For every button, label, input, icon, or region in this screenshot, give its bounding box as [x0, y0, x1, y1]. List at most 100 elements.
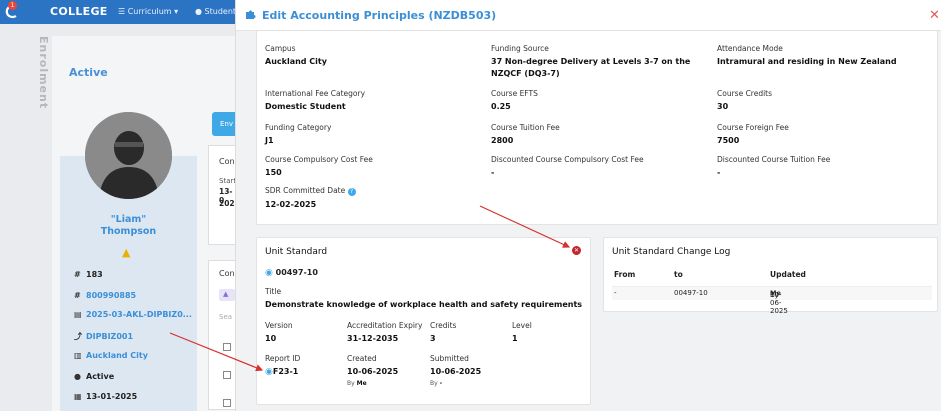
row-checkbox[interactable] — [223, 371, 231, 379]
intl-fee-label: International Fee Category — [265, 89, 366, 98]
log-updated: 10-06-2025 By Me — [770, 289, 788, 315]
background-panel-top: Con Start 13-0 2025 — [208, 145, 240, 245]
created-label: Created — [347, 354, 377, 363]
unit-standard-panel: Unit Standard ◉ 00497-10 Title Demonstrat… — [256, 237, 591, 405]
funding-category-value: J1 — [265, 136, 274, 145]
attendance-mode-value: Intramural and residing in New Zealand — [717, 57, 897, 66]
course-credits-value: 30 — [717, 102, 729, 111]
table-row: - 00497-10 10-06-2025 By Me — [612, 286, 932, 315]
student-info-value: Active — [86, 372, 115, 381]
hash-icon: # — [74, 270, 81, 279]
report-id-link[interactable]: ◉F23-1 — [265, 366, 300, 378]
calendar-icon: ▦ — [74, 392, 82, 401]
unit-title-label: Title — [265, 287, 282, 296]
submitted-by-prefix: By — [430, 380, 438, 387]
filter-button[interactable]: ▲ — [219, 289, 235, 301]
report-id-value: F23-1 — [272, 367, 299, 376]
student-info-item: #183 — [74, 270, 103, 279]
student-info-value: DIPBIZ001 — [86, 332, 134, 341]
unit-standard-code-link[interactable]: ◉ 00497-10 — [265, 268, 318, 278]
efts-label: Course EFTS — [491, 89, 538, 98]
unit-title-value: Demonstrate knowledge of workplace healt… — [265, 300, 583, 309]
modal-title: Edit Accounting Principles (NZDB503) — [262, 9, 497, 22]
funding-source-label: Funding Source — [491, 44, 549, 53]
report-id-label: Report ID — [265, 354, 301, 363]
info-icon[interactable]: ? — [347, 188, 356, 196]
student-name[interactable]: "Liam" Thompson — [60, 214, 197, 238]
row-checkbox[interactable] — [223, 343, 231, 351]
submitted-label: Submitted — [430, 354, 469, 363]
log-by-prefix: By — [770, 291, 779, 299]
log-to: 00497-10 — [674, 289, 708, 297]
avatar — [85, 112, 172, 199]
submitted-value: 10-06-2025 — [430, 367, 482, 376]
sdr-date-value: 12-02-2025 — [265, 200, 317, 209]
question-icon: ● — [74, 372, 81, 381]
brand-name[interactable]: COLLEGE — [50, 5, 108, 18]
student-info-item: ▦ 13-01-2025 — [74, 392, 137, 401]
student-info-item: ● Active — [74, 372, 114, 381]
course-details-panel: Campus Auckland City Funding Source 37 Non… — [256, 30, 938, 225]
unit-standard-heading: Unit Standard — [265, 247, 328, 257]
funding-source-value: 37 Non-degree Delivery at Levels 3-7 on … — [491, 57, 691, 78]
panel-label-fragment: Start — [219, 177, 237, 185]
student-info-value: 13-01-2025 — [86, 392, 138, 401]
column-header-to: to — [674, 270, 683, 279]
student-info-item[interactable]: #800990885 — [74, 291, 136, 300]
discounted-tuition-value: - — [717, 168, 721, 177]
nav-curriculum[interactable]: ☰ Curriculum ▾ — [118, 7, 178, 16]
chevron-down-icon: ▾ — [174, 7, 179, 16]
arrow-icon: ⤴ — [74, 332, 82, 341]
nav-students[interactable]: ● Student — [195, 7, 236, 16]
enrolment-vertical-tab[interactable]: Enrolment — [30, 36, 50, 116]
column-header-updated: Updated — [770, 270, 806, 279]
student-info-value: 2025-03-AKL-DIPBIZ0... — [86, 310, 192, 319]
submitted-by: By - — [430, 380, 481, 387]
student-info-value: 183 — [86, 270, 103, 279]
created-by-user: Me — [356, 380, 367, 387]
tuition-fee-value: 2800 — [491, 136, 514, 145]
modal-header: Edit Accounting Principles (NZDB503) ✕ — [236, 0, 941, 31]
menu-icon: ☰ — [118, 7, 126, 16]
student-info-item[interactable]: ▤ 2025-03-AKL-DIPBIZ0... — [74, 310, 192, 319]
tuition-fee-label: Course Tuition Fee — [491, 123, 560, 132]
user-icon: ● — [195, 7, 202, 16]
book-icon: ▤ — [74, 310, 82, 319]
warning-icon[interactable]: ▲ — [122, 246, 130, 259]
efts-value: 0.25 — [491, 102, 511, 111]
search-input-fragment[interactable]: Sea — [219, 313, 232, 321]
filter-icon: ▲ — [223, 290, 229, 298]
student-info-item[interactable]: ▥ Auckland City — [74, 351, 148, 360]
version-label: Version — [265, 321, 293, 330]
puzzle-icon — [246, 10, 256, 19]
person-silhouette-icon — [85, 112, 172, 199]
close-icon[interactable]: ✕ — [929, 8, 940, 23]
compulsory-fee-label: Course Compulsory Cost Fee — [265, 155, 373, 164]
tab-enrolment[interactable]: Env — [212, 112, 237, 136]
column-header-from: From — [614, 270, 636, 279]
intl-fee-value: Domestic Student — [265, 102, 346, 111]
discounted-compulsory-value: - — [491, 168, 495, 177]
panel-heading-fragment-2: Con — [219, 269, 235, 278]
building-icon: ▥ — [74, 351, 82, 360]
notification-badge[interactable]: 1 — [8, 1, 17, 10]
log-from: - — [614, 289, 617, 297]
row-checkbox[interactable] — [223, 399, 231, 407]
created-value: 10-06-2025 — [347, 367, 399, 376]
student-surname: Thompson — [100, 226, 157, 237]
accreditation-expiry-value: 31-12-2035 — [347, 334, 399, 343]
remove-unit-standard-button[interactable]: ✕ — [572, 246, 581, 255]
hash-icon: # — [74, 291, 81, 300]
student-info-item[interactable]: ⤴ DIPBIZ001 — [74, 331, 133, 342]
attendance-mode-label: Attendance Mode — [717, 44, 783, 53]
submitted-by-user: - — [439, 380, 443, 387]
unit-standard-code: 00497-10 — [275, 268, 318, 277]
table-header-row: From to Updated — [612, 268, 932, 282]
created-by: By Me — [347, 380, 398, 387]
background-panel-bottom: Con ▲ Sea — [208, 260, 238, 410]
campus-value: Auckland City — [265, 57, 327, 66]
student-preferred-name: "Liam" — [110, 214, 147, 225]
level-label: Level — [512, 321, 532, 330]
change-log-heading: Unit Standard Change Log — [612, 247, 731, 257]
change-log-table: From to Updated - 00497-10 10-06-2025 By… — [612, 268, 932, 315]
